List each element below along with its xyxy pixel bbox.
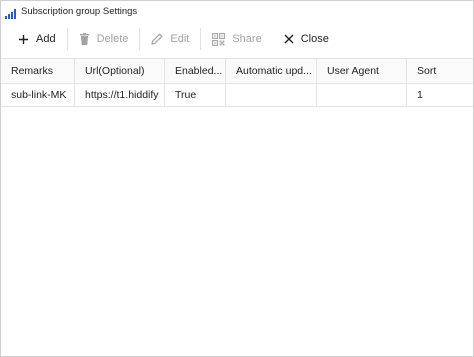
- cell-url[interactable]: https://t1.hiddify: [75, 84, 165, 106]
- column-header-sort[interactable]: Sort: [407, 59, 473, 83]
- cell-sort[interactable]: 1: [407, 84, 473, 106]
- column-header-url[interactable]: Url(Optional): [75, 59, 165, 83]
- edit-button[interactable]: Edit: [140, 25, 200, 53]
- bar-chart-icon: [5, 6, 17, 19]
- title-bar: Subscription group Settings: [1, 1, 473, 21]
- column-header-enabled[interactable]: Enabled...: [165, 59, 226, 83]
- cell-user-agent[interactable]: [317, 84, 407, 106]
- subscription-table: Remarks Url(Optional) Enabled... Automat…: [1, 58, 473, 356]
- edit-button-label: Edit: [170, 33, 190, 45]
- trash-icon: [79, 33, 89, 45]
- plus-icon: [19, 34, 28, 44]
- add-button[interactable]: Add: [7, 25, 67, 53]
- window-title: Subscription group Settings: [21, 5, 138, 17]
- table-row[interactable]: sub-link-MK https://t1.hiddify True 1: [1, 84, 473, 107]
- qr-code-icon: [212, 32, 226, 46]
- share-button-label: Share: [232, 33, 262, 45]
- add-button-label: Add: [36, 33, 56, 45]
- pencil-icon: [151, 33, 164, 45]
- column-header-automatic-update[interactable]: Automatic upd...: [226, 59, 317, 83]
- toolbar: Add Delete Edit Share Close: [1, 21, 473, 57]
- column-header-remarks[interactable]: Remarks: [1, 59, 75, 83]
- share-button[interactable]: Share: [201, 25, 272, 53]
- cell-enabled[interactable]: True: [165, 84, 226, 106]
- close-icon: [284, 34, 294, 44]
- cell-remarks[interactable]: sub-link-MK: [1, 84, 75, 106]
- table-header: Remarks Url(Optional) Enabled... Automat…: [1, 58, 473, 84]
- column-header-user-agent[interactable]: User Agent: [317, 59, 407, 83]
- close-button-label: Close: [300, 33, 329, 45]
- delete-button-label: Delete: [96, 33, 129, 45]
- cell-automatic-update[interactable]: [226, 84, 317, 106]
- close-button[interactable]: Close: [273, 25, 340, 53]
- subscription-settings-window: Subscription group Settings Add Delete E…: [0, 0, 474, 357]
- delete-button[interactable]: Delete: [68, 25, 140, 53]
